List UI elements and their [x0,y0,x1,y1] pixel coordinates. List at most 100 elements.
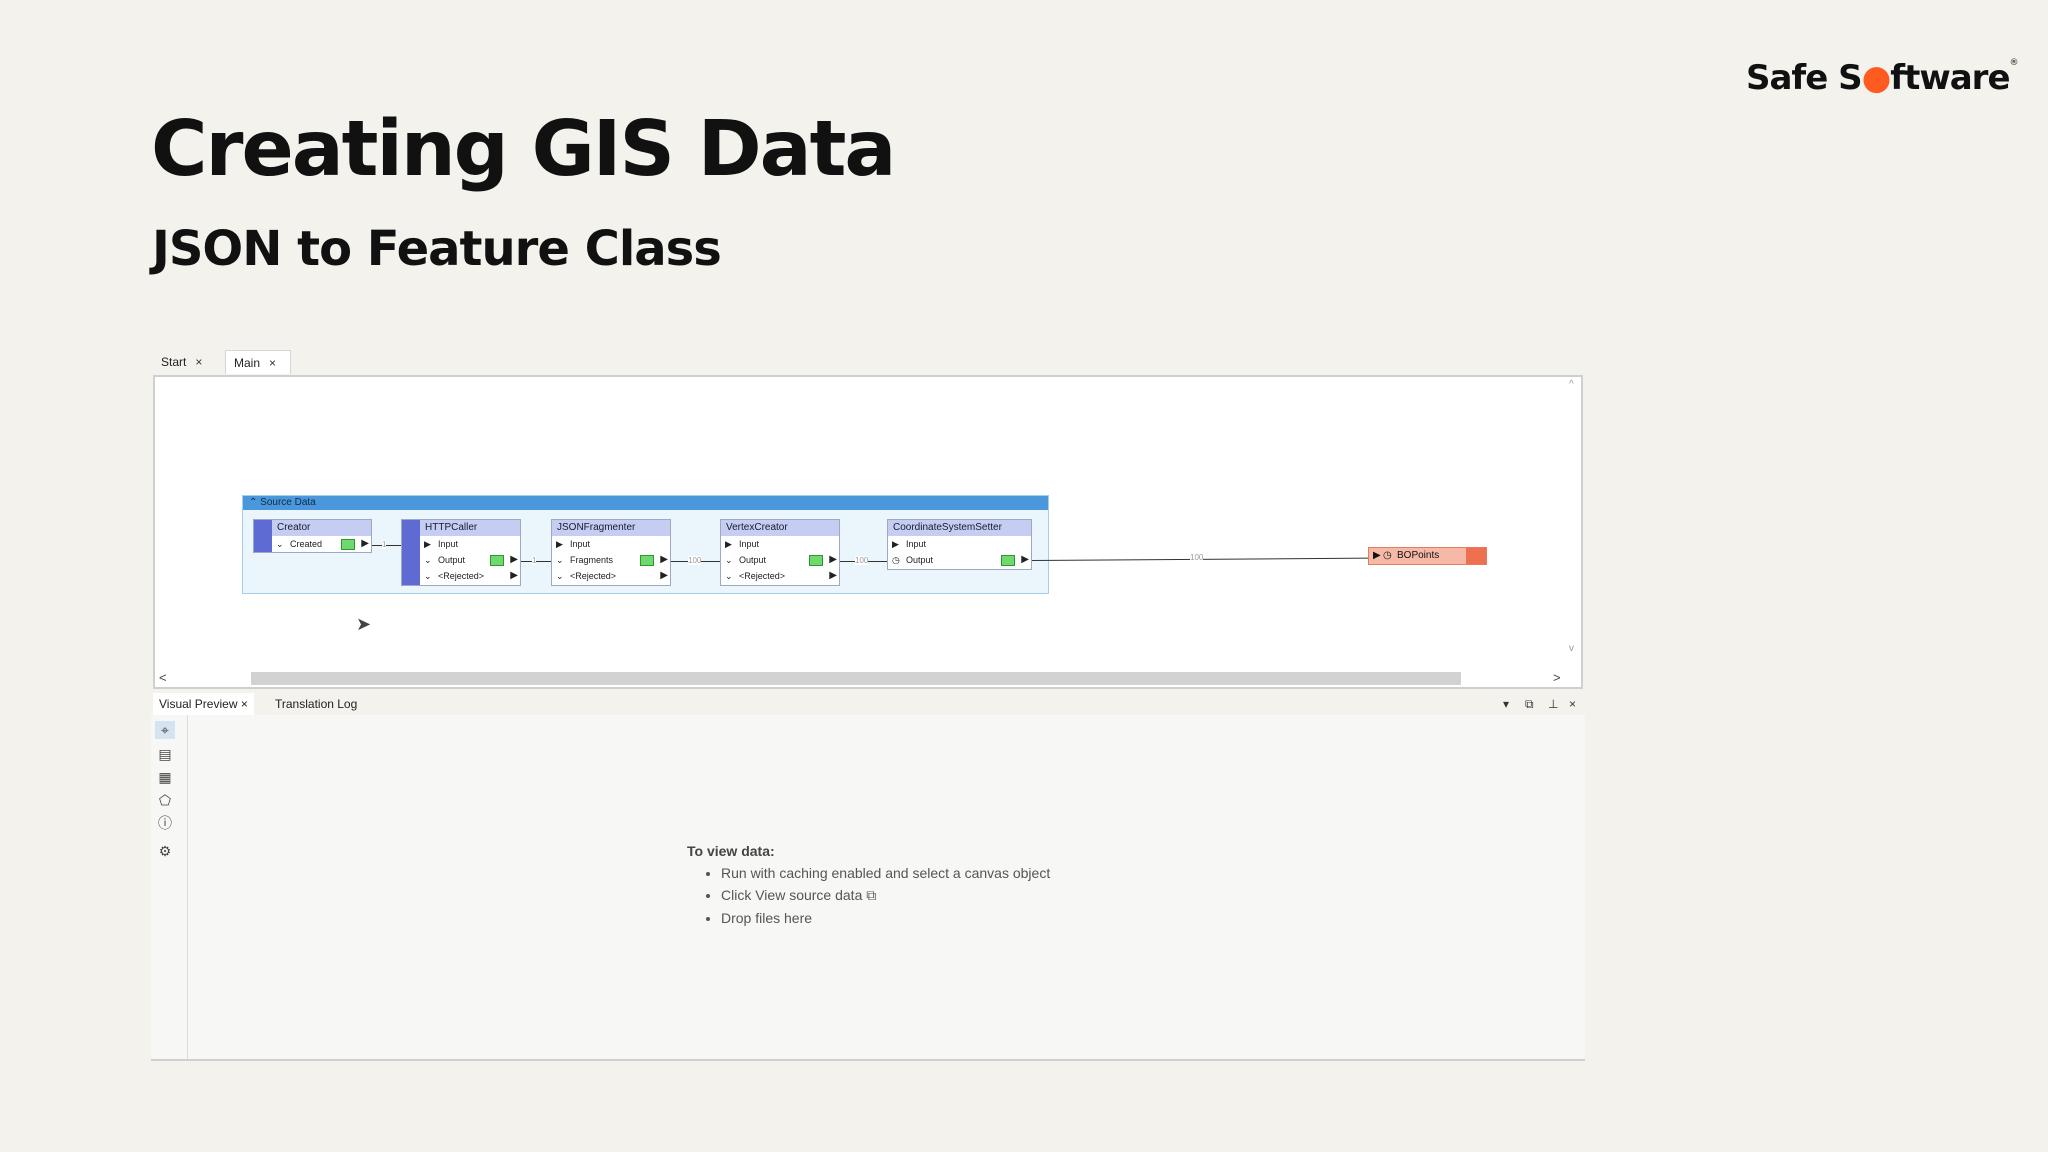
info-icon[interactable]: ⓘ [155,814,175,832]
hint-item: Click View source data ⧉ [721,887,1050,904]
tab-visual-preview[interactable]: Visual Preview × [153,693,254,715]
output-arrow-icon: ▶ [1021,554,1029,565]
close-icon[interactable]: × [195,355,202,369]
transformer-coordinatesystemsetter[interactable]: CoordinateSystemSetter ▶ Input ◷ Output ▶ [887,519,1032,570]
transformer-vertexcreator[interactable]: VertexCreator ▶ Input ⌄ Output ▶ ⌄ <Rejected… [720,519,840,586]
table-icon[interactable]: ▦ [155,768,175,786]
fme-workbench-window: Start × Main × ^ v ⌃ Source Data Creator ⌄… [151,349,1585,1063]
feature-count: 100 [688,556,702,565]
transformer-httpcaller[interactable]: HTTPCaller ▶ Input ⌄ Output ▶ ⌄ <Rejected> ▶ [401,519,521,586]
output-port[interactable]: ⌄ Created ▶ [272,536,371,552]
inspect-icon[interactable] [490,555,504,566]
clock-icon: ◷ [892,555,900,565]
scroll-up-icon[interactable]: ^ [1569,379,1574,390]
inspect-icon[interactable] [809,555,823,566]
bookmark-header[interactable]: ⌃ Source Data [243,496,1048,510]
feature-count: 100 [1190,553,1204,562]
transformer-creator[interactable]: Creator ⌄ Created ▶ [253,519,372,553]
output-port[interactable]: ⌄ Output ▶ [420,552,520,568]
feature-count: 100 [855,556,869,565]
output-arrow-icon: ▶ [510,554,518,565]
feature-class-icon [1466,548,1486,564]
workspace-tab-bar: Start × Main × [151,349,1585,374]
scroll-down-icon[interactable]: v [1569,643,1574,654]
slide-subtitle: JSON to Feature Class [152,221,722,277]
slide-title: Creating GIS Data [151,105,896,194]
chevron-down-icon: ⌄ [424,571,432,581]
node-title: Creator [272,520,371,536]
inspect-icon[interactable] [640,555,654,566]
select-tool-icon[interactable]: ⌖ [155,721,175,739]
connection-line[interactable] [372,545,401,546]
visual-preview-panel[interactable]: ⌖ ▤ ▦ ⬠ ⓘ ⚙ To view data: Run with cachi… [151,715,1585,1061]
hint-item: Run with caching enabled and select a ca… [721,865,1050,881]
output-arrow-icon: ▶ [829,554,837,565]
input-arrow-icon: ▶ [1373,550,1381,561]
scrollbar-thumb[interactable] [251,672,1461,685]
writer-bopoints[interactable]: ▶ ◷ BOPoints [1368,547,1487,565]
input-arrow-icon: ▶ [424,539,431,549]
writer-label: BOPoints [1397,550,1440,561]
close-panel-icon[interactable]: × [1569,693,1576,715]
creator-icon [254,520,272,552]
output-arrow-icon: ▶ [660,554,668,565]
input-port[interactable]: ▶ Input [552,536,670,552]
tab-main[interactable]: Main × [225,350,291,374]
input-port[interactable]: ▶ Input [721,536,839,552]
rejected-port[interactable]: ⌄ <Rejected> ▶ [420,568,520,584]
feature-count: 1 [382,540,387,549]
chevron-down-icon: ⌄ [276,539,284,549]
layout-icon[interactable]: ▤ [155,745,175,763]
output-arrow-icon: ▶ [510,570,518,581]
node-title: HTTPCaller [420,520,520,536]
inspect-icon[interactable] [341,539,355,550]
tab-translation-log[interactable]: Translation Log [269,693,363,715]
rejected-port[interactable]: ⌄ <Rejected> ▶ [721,568,839,584]
output-arrow-icon: ▶ [829,570,837,581]
safe-software-logo: Safe S●ftware® [1746,58,2019,98]
input-arrow-icon: ▶ [556,539,563,549]
transformer-jsonfragmenter[interactable]: JSONFragmenter ▶ Input ⌄ Fragments ▶ ⌄ <Reje… [551,519,671,586]
float-window-icon[interactable]: ⧉ [1525,693,1534,715]
node-title: JSONFragmenter [552,520,670,536]
input-port[interactable]: ▶ Input [888,536,1031,552]
chevron-down-icon: ⌄ [556,571,564,581]
geometry-icon[interactable]: ⬠ [155,791,175,809]
cursor-arrow-icon: ➤ [356,614,372,634]
node-title: VertexCreator [721,520,839,536]
clock-icon: ◷ [1383,550,1392,561]
input-arrow-icon: ▶ [725,539,732,549]
preview-toolbar: ⌖ ▤ ▦ ⬠ ⓘ ⚙ [151,715,188,1059]
output-port[interactable]: ⌄ Fragments ▶ [552,552,670,568]
tab-start[interactable]: Start × [153,350,221,374]
input-port[interactable]: ▶ Input [420,536,520,552]
scroll-right-icon[interactable]: > [1553,670,1561,685]
view-source-data-icon[interactable]: ⧉ [866,887,876,903]
output-arrow-icon: ▶ [660,570,668,581]
inspect-icon[interactable] [1001,555,1015,566]
pin-icon[interactable]: ⊥ [1548,693,1558,715]
dropdown-icon[interactable]: ▾ [1503,693,1509,715]
vertical-scrollbar[interactable]: ^ v [1567,377,1581,659]
close-icon[interactable]: × [241,697,248,711]
bottom-panel-tabs: Visual Preview × Translation Log ▾ ⧉ ⊥ × [151,693,1585,715]
input-arrow-icon: ▶ [892,539,899,549]
empty-state-message: To view data: Run with caching enabled a… [687,843,1050,932]
hint-item: Drop files here [721,910,1050,926]
rejected-port[interactable]: ⌄ <Rejected> ▶ [552,568,670,584]
output-port[interactable]: ⌄ Output ▶ [721,552,839,568]
globe-icon [402,520,420,585]
feature-count: 1 [532,556,537,565]
close-icon[interactable]: × [269,356,276,370]
chevron-down-icon: ⌄ [556,555,564,565]
chevron-down-icon: ⌄ [725,555,733,565]
empty-state-heading: To view data: [687,843,775,859]
settings-icon[interactable]: ⚙ [155,842,175,860]
chevron-down-icon: ⌄ [424,555,432,565]
workspace-canvas[interactable]: ^ v ⌃ Source Data Creator ⌄ Created ▶ HTT… [153,375,1583,689]
horizontal-scrollbar[interactable]: < > [155,669,1581,687]
node-title: CoordinateSystemSetter [888,520,1031,536]
chevron-down-icon: ⌄ [725,571,733,581]
output-port[interactable]: ◷ Output ▶ [888,552,1031,568]
scroll-left-icon[interactable]: < [159,670,167,685]
